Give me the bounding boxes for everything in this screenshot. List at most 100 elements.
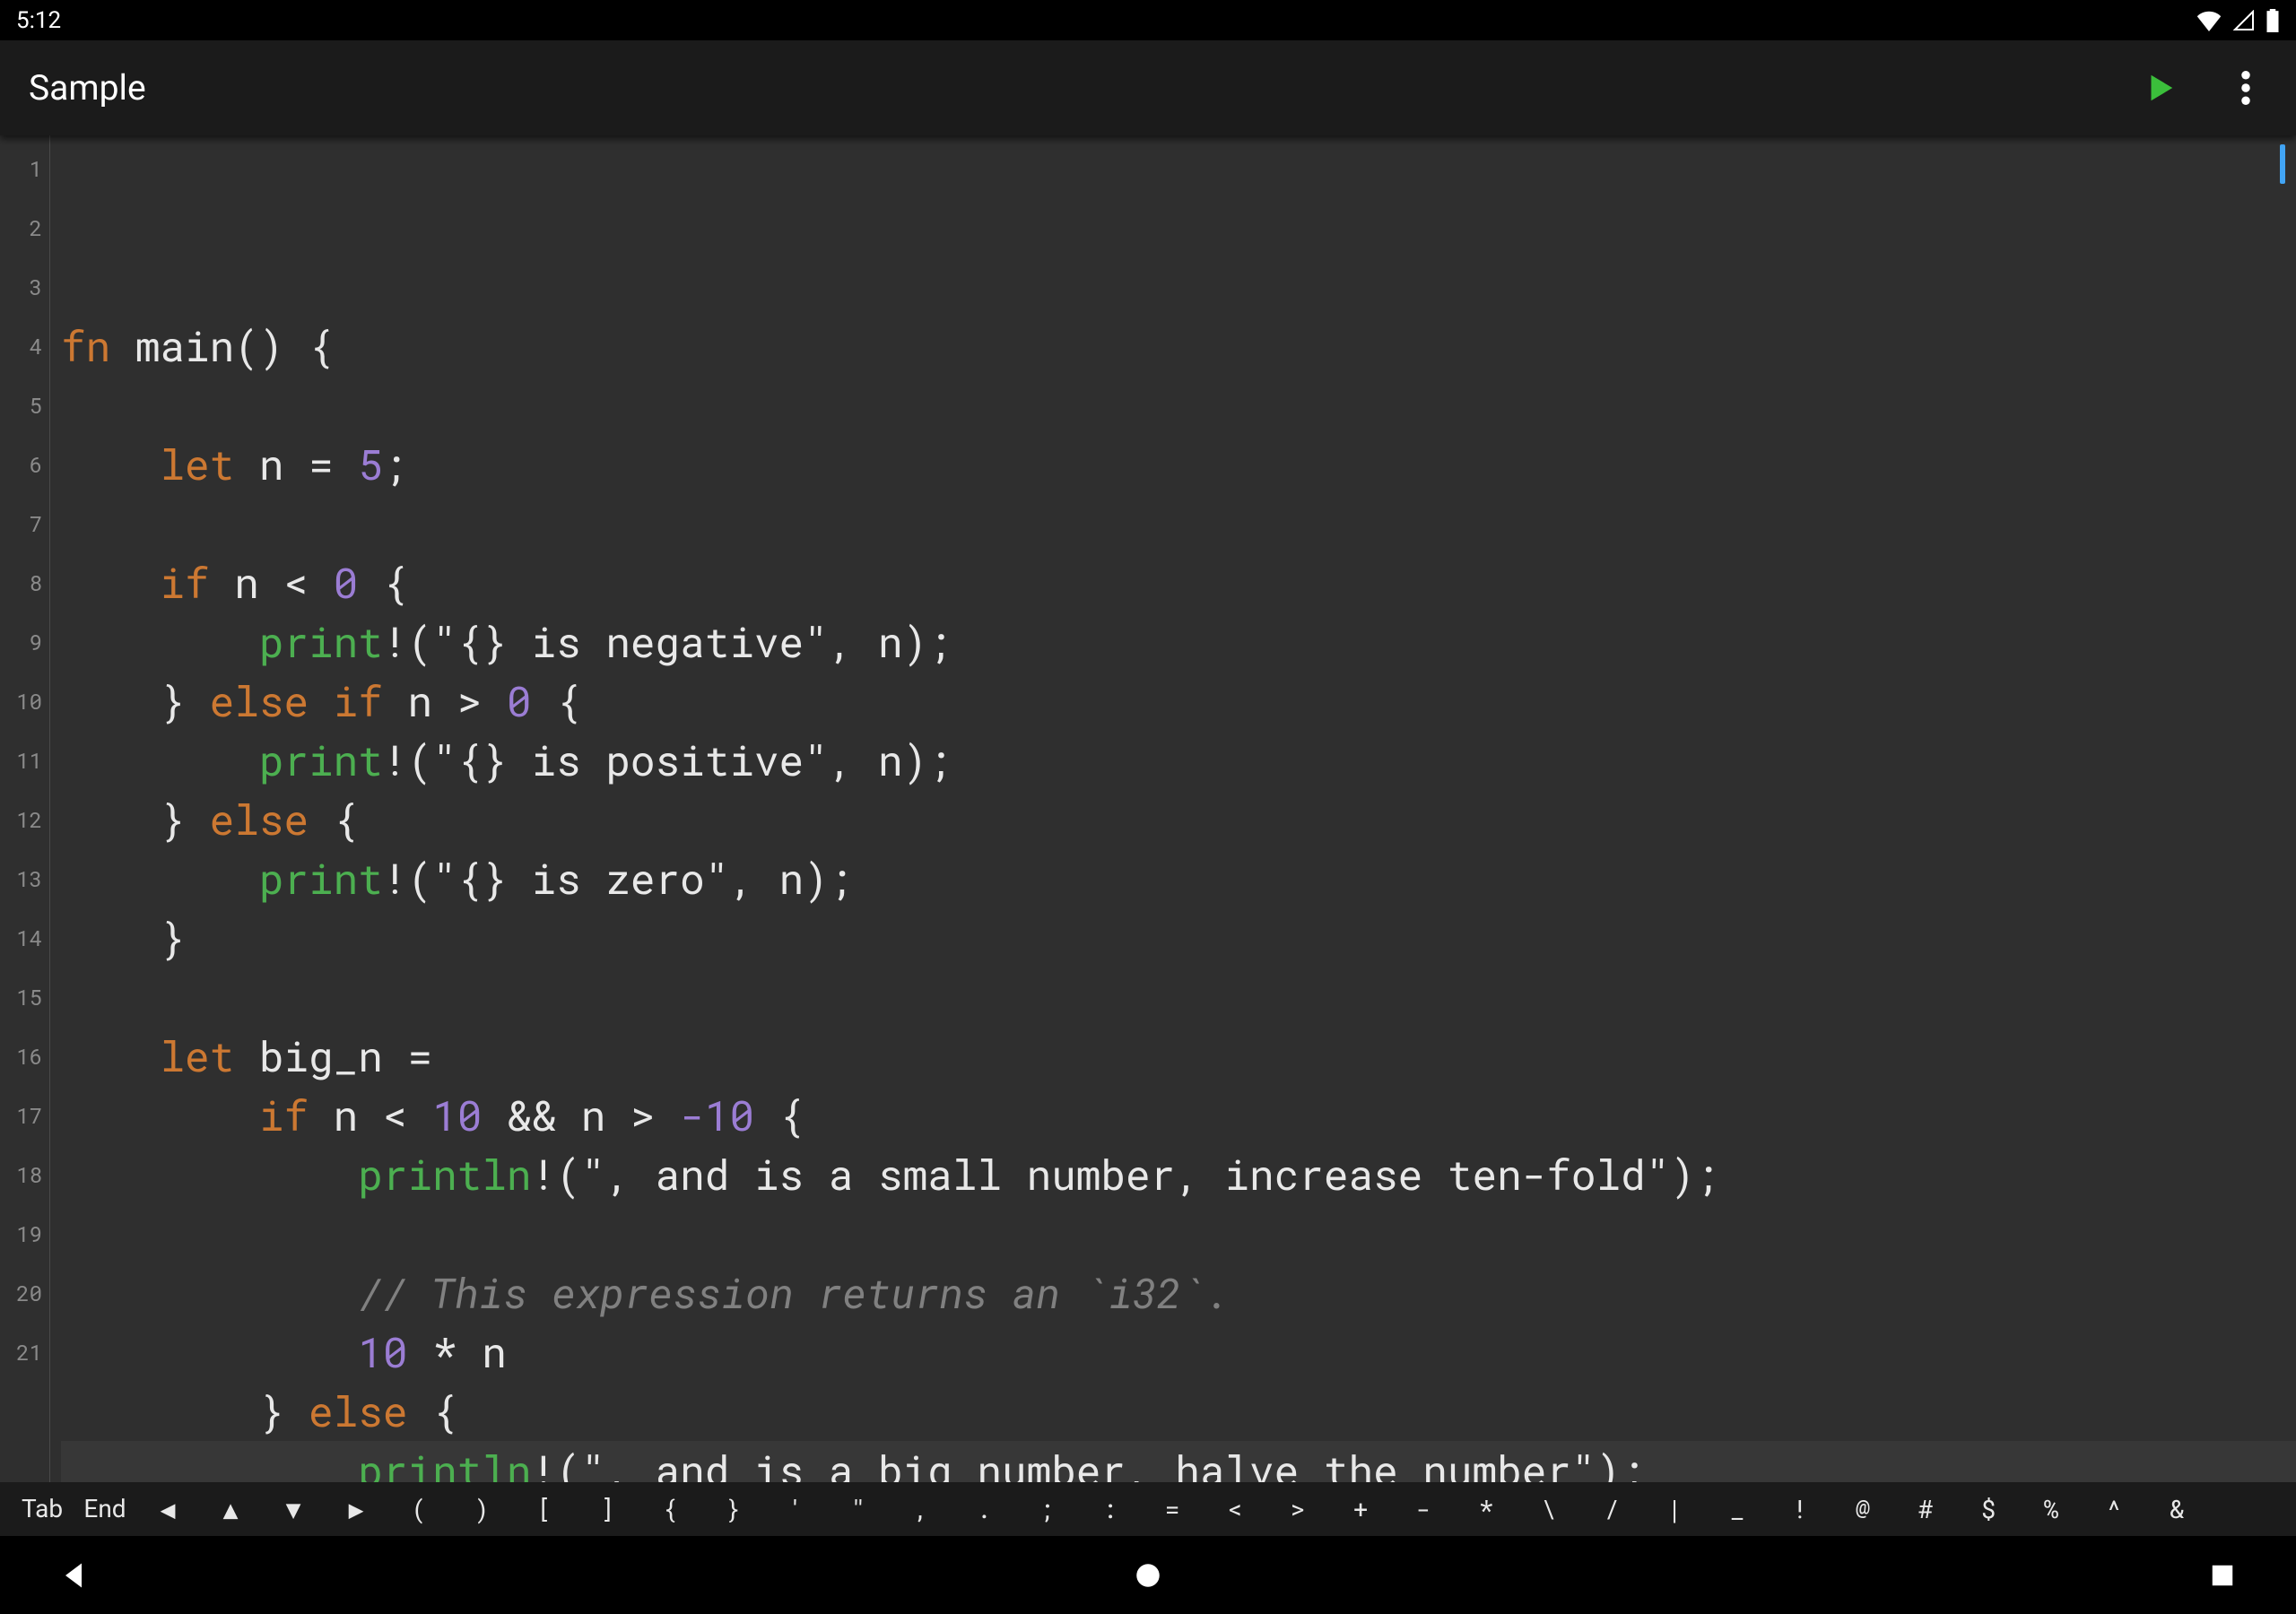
key-symbol[interactable]: . xyxy=(952,1492,1015,1525)
battery-icon xyxy=(2266,9,2280,32)
wifi-icon xyxy=(2196,10,2222,31)
key-symbol[interactable]: $ xyxy=(1957,1492,2020,1525)
line-number: 21 xyxy=(0,1323,49,1382)
android-nav-bar xyxy=(0,1536,2296,1614)
key-symbol[interactable]: ! xyxy=(1769,1492,1831,1525)
status-bar: 5:12 xyxy=(0,0,2296,40)
play-icon xyxy=(2143,71,2177,105)
key-symbol[interactable]: & xyxy=(2145,1492,2208,1525)
code-line[interactable] xyxy=(61,376,2296,435)
key-symbol[interactable]: ; xyxy=(1015,1492,1078,1525)
line-number: 7 xyxy=(0,494,49,553)
key-symbol[interactable]: = xyxy=(1141,1492,1204,1525)
code-line[interactable] xyxy=(61,968,2296,1027)
key-symbol[interactable]: : xyxy=(1078,1492,1141,1525)
code-line[interactable]: fn main() { xyxy=(61,317,2296,376)
key-symbol[interactable]: [ xyxy=(513,1492,576,1525)
key-symbol[interactable]: + xyxy=(1329,1492,1392,1525)
key-symbol[interactable]: ] xyxy=(576,1492,639,1525)
line-number: 10 xyxy=(0,672,49,731)
app-title: Sample xyxy=(29,67,146,108)
key-symbol[interactable]: % xyxy=(2020,1492,2083,1525)
line-number: 1 xyxy=(0,139,49,198)
line-number: 3 xyxy=(0,257,49,317)
line-number: 15 xyxy=(0,968,49,1027)
key-symbol[interactable]: ( xyxy=(387,1492,450,1525)
nav-back-icon xyxy=(57,1559,90,1592)
code-area[interactable]: fn main() { let n = 5; if n < 0 { print!… xyxy=(50,135,2296,1481)
line-number-gutter: 123456789101112131415161718192021 xyxy=(0,135,50,1481)
key-symbol[interactable]: | xyxy=(1643,1492,1706,1525)
overflow-menu-button[interactable] xyxy=(2224,66,2267,109)
line-number: 19 xyxy=(0,1204,49,1263)
key-end[interactable]: End xyxy=(74,1494,136,1523)
status-time: 5:12 xyxy=(16,7,61,34)
code-line[interactable]: } else { xyxy=(61,1382,2296,1441)
code-line[interactable]: } else if n > 0 { xyxy=(61,672,2296,731)
nav-home-icon xyxy=(1133,1560,1163,1591)
line-number: 6 xyxy=(0,435,49,494)
key-symbol[interactable]: \ xyxy=(1518,1492,1580,1525)
key-symbol[interactable]: @ xyxy=(1831,1492,1894,1525)
code-line[interactable]: print!("{} is positive", n); xyxy=(61,731,2296,790)
line-number: 5 xyxy=(0,376,49,435)
line-number: 18 xyxy=(0,1145,49,1204)
line-number: 17 xyxy=(0,1086,49,1145)
run-button[interactable] xyxy=(2138,66,2181,109)
code-line[interactable]: if n < 0 { xyxy=(61,553,2296,612)
line-number: 9 xyxy=(0,612,49,672)
key-down[interactable]: ▼ xyxy=(262,1492,325,1525)
key-symbol[interactable]: } xyxy=(701,1492,764,1525)
code-line[interactable]: } xyxy=(61,908,2296,968)
code-line[interactable]: // This expression returns an `i32`. xyxy=(61,1263,2296,1323)
key-symbol[interactable]: ' xyxy=(764,1492,827,1525)
key-symbol[interactable]: * xyxy=(1455,1492,1518,1525)
key-up[interactable]: ▲ xyxy=(199,1492,262,1525)
line-number: 20 xyxy=(0,1263,49,1323)
line-number: 4 xyxy=(0,317,49,376)
key-right[interactable]: ▶ xyxy=(325,1492,387,1525)
key-symbol[interactable]: _ xyxy=(1706,1492,1769,1525)
scroll-thumb[interactable] xyxy=(2280,144,2285,184)
nav-back-button[interactable] xyxy=(47,1549,100,1602)
nav-recents-button[interactable] xyxy=(2196,1549,2249,1602)
code-line[interactable]: } else { xyxy=(61,790,2296,849)
status-icons xyxy=(2196,9,2280,32)
code-line[interactable]: 10 * n xyxy=(61,1323,2296,1382)
cellular-icon xyxy=(2231,10,2257,31)
key-symbol[interactable]: > xyxy=(1266,1492,1329,1525)
code-editor[interactable]: 123456789101112131415161718192021 fn mai… xyxy=(0,135,2296,1481)
key-symbol[interactable]: # xyxy=(1894,1492,1957,1525)
key-symbol[interactable]: / xyxy=(1580,1492,1643,1525)
key-symbol[interactable]: - xyxy=(1392,1492,1455,1525)
line-number: 12 xyxy=(0,790,49,849)
key-symbol[interactable]: < xyxy=(1204,1492,1266,1525)
line-number: 14 xyxy=(0,908,49,968)
line-number: 11 xyxy=(0,731,49,790)
code-line[interactable]: if n < 10 && n > -10 { xyxy=(61,1086,2296,1145)
code-line[interactable]: print!("{} is zero", n); xyxy=(61,849,2296,908)
key-symbol[interactable]: " xyxy=(827,1492,890,1525)
more-vert-icon xyxy=(2241,71,2250,105)
line-number: 16 xyxy=(0,1027,49,1086)
code-line[interactable]: println!(", and is a small number, incre… xyxy=(61,1145,2296,1204)
key-symbol[interactable]: , xyxy=(890,1492,952,1525)
key-tab[interactable]: Tab xyxy=(11,1494,74,1523)
app-actions xyxy=(2138,66,2267,109)
line-number: 2 xyxy=(0,198,49,257)
app-bar: Sample xyxy=(0,40,2296,135)
code-line[interactable]: print!("{} is negative", n); xyxy=(61,612,2296,672)
line-number: 8 xyxy=(0,553,49,612)
key-symbol[interactable]: ) xyxy=(450,1492,513,1525)
code-line[interactable]: println!(", and is a big number, halve t… xyxy=(61,1441,2296,1481)
key-left[interactable]: ◀ xyxy=(136,1492,199,1525)
line-number: 13 xyxy=(0,849,49,908)
symbol-key-row: TabEnd◀▲▼▶()[]{}'",.;:=<>+-*\/|_!@#$%^& xyxy=(0,1482,2296,1537)
code-line[interactable]: let big_n = xyxy=(61,1027,2296,1086)
nav-home-button[interactable] xyxy=(1121,1549,1175,1602)
code-line[interactable]: let n = 5; xyxy=(61,435,2296,494)
code-line[interactable] xyxy=(61,494,2296,553)
key-symbol[interactable]: { xyxy=(639,1492,701,1525)
code-line[interactable] xyxy=(61,1204,2296,1263)
key-symbol[interactable]: ^ xyxy=(2083,1492,2145,1525)
